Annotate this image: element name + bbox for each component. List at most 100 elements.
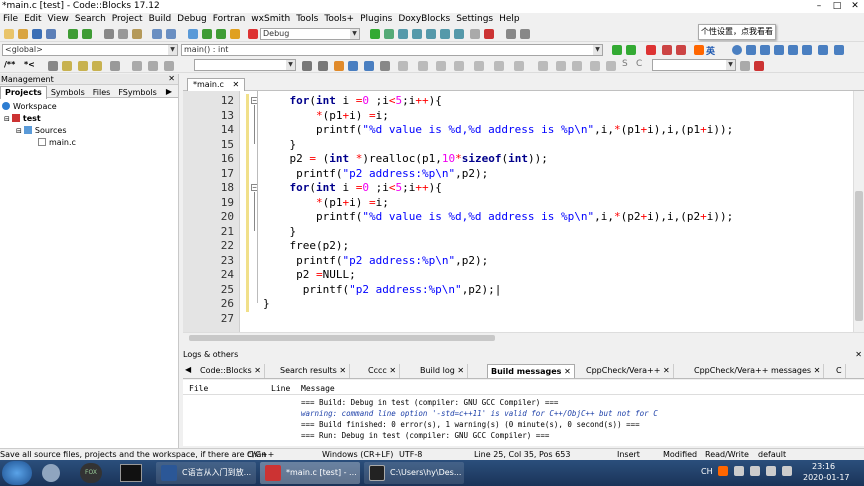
clock-time[interactable]: 23:16	[812, 462, 835, 471]
line-number[interactable]: 15	[183, 138, 234, 151]
nav-back-icon[interactable]	[302, 61, 312, 71]
tree-item-sources[interactable]: ⊟ Sources	[0, 125, 178, 137]
tab-projects[interactable]: Projects	[0, 86, 47, 99]
close-icon[interactable]: ✕	[855, 349, 862, 361]
tab-search-results[interactable]: Search results ✕	[277, 364, 351, 378]
prev-icon[interactable]	[132, 61, 142, 71]
line-number[interactable]: 19	[183, 196, 234, 209]
tray-icon-2[interactable]	[750, 466, 760, 476]
line-number[interactable]: 23	[183, 254, 234, 267]
bookmark-next-icon[interactable]	[676, 45, 686, 55]
jump-forward-icon[interactable]	[626, 45, 636, 55]
line-number[interactable]: 13	[183, 109, 234, 122]
editor-horizontal-scrollbar[interactable]	[183, 332, 864, 343]
build-run-icon[interactable]	[230, 29, 240, 39]
abort-icon[interactable]	[248, 29, 258, 39]
doxy-line-icon[interactable]: *<	[24, 60, 35, 69]
highlight-icon[interactable]	[334, 61, 344, 71]
line-number[interactable]: 16	[183, 152, 234, 165]
maximize-button[interactable]: □	[828, 0, 846, 13]
scroll-thumb[interactable]	[855, 191, 863, 321]
scroll-thumb[interactable]	[189, 335, 495, 341]
step-instruction-icon[interactable]	[454, 29, 464, 39]
menu-tools[interactable]: Tools	[293, 13, 321, 26]
taskbar-item-codeblocks[interactable]: *main.c [test] - ...	[260, 462, 360, 484]
menu-project[interactable]: Project	[109, 13, 146, 26]
jump-back-icon[interactable]	[612, 45, 622, 55]
close-icon[interactable]: ✕	[232, 80, 239, 89]
layout-icon-6[interactable]	[514, 61, 524, 71]
minimize-button[interactable]: –	[810, 0, 828, 13]
tab-more[interactable]: C	[833, 364, 846, 378]
layout-icon-4[interactable]	[474, 61, 484, 71]
column-message[interactable]: Message	[301, 384, 335, 393]
run-to-cursor-icon[interactable]	[384, 29, 394, 39]
tray-icon-1[interactable]	[734, 466, 744, 476]
search-combo[interactable]: ▼	[194, 59, 296, 71]
volume-icon[interactable]	[782, 466, 792, 476]
case-c-icon[interactable]: C	[636, 59, 642, 69]
tools-icon[interactable]	[110, 61, 120, 71]
text-search-icon[interactable]	[348, 61, 358, 71]
layout-icon-7[interactable]	[538, 61, 548, 71]
tab-build-log[interactable]: Build log ✕	[417, 364, 469, 378]
copy-icon[interactable]	[118, 29, 128, 39]
column-line[interactable]: Line	[271, 384, 290, 393]
extra-tool-icon-2[interactable]	[754, 61, 764, 71]
tab-codeblocks-log[interactable]: Code::Blocks ✕	[197, 364, 265, 378]
menu-plugins[interactable]: Plugins	[357, 13, 395, 26]
line-number[interactable]: 17	[183, 167, 234, 180]
spell-icon[interactable]	[380, 61, 390, 71]
app-fox-icon[interactable]: FOX	[80, 463, 102, 483]
menu-edit[interactable]: Edit	[21, 13, 44, 26]
line-number[interactable]: 20	[183, 210, 234, 223]
nav-forward-icon[interactable]	[318, 61, 328, 71]
menu-doxyblocks[interactable]: DoxyBlocks	[395, 13, 453, 26]
tree-item-project[interactable]: ⊟ test	[0, 113, 178, 125]
line-number[interactable]: 27	[183, 312, 234, 325]
tab-main-c[interactable]: *main.c ✕	[187, 78, 246, 91]
function-select[interactable]: main() : int ▼	[181, 44, 603, 56]
menu-build[interactable]: Build	[146, 13, 175, 26]
record-icon[interactable]	[148, 61, 158, 71]
debug-info-icon[interactable]	[520, 29, 530, 39]
doxy-run-icon[interactable]	[48, 61, 58, 71]
menu-search[interactable]: Search	[72, 13, 109, 26]
run-icon[interactable]	[216, 29, 226, 39]
tab-scroll-left-icon[interactable]: ◀	[185, 365, 191, 374]
ime-punct-icon[interactable]	[732, 45, 742, 55]
save-all-icon[interactable]	[46, 29, 56, 39]
undo-icon[interactable]	[68, 29, 78, 39]
doxy-help-icon[interactable]	[92, 61, 102, 71]
bookmark-prev-icon[interactable]	[662, 45, 672, 55]
zoom-combo[interactable]: ▼	[652, 59, 736, 71]
close-button[interactable]: ✕	[846, 0, 864, 13]
code-editor[interactable]: 12 13 14 15 16 17 18 19 20 21 22 23 24 25 26 27 − − for…	[183, 91, 854, 332]
line-number[interactable]: 26	[183, 297, 234, 310]
menu-settings[interactable]: Settings	[453, 13, 496, 26]
layout-icon-2[interactable]	[436, 61, 446, 71]
tree-item-workspace[interactable]: Workspace	[0, 101, 178, 113]
menu-tools-plus[interactable]: Tools+	[321, 13, 357, 26]
layout-icon-5[interactable]	[494, 61, 504, 71]
line-number[interactable]: 18	[183, 181, 234, 194]
step-into-icon[interactable]	[412, 29, 422, 39]
doxy-config-icon[interactable]	[62, 61, 72, 71]
scope-select[interactable]: <global> ▼	[2, 44, 178, 56]
layout-icon-1[interactable]	[418, 61, 428, 71]
microphone-icon[interactable]	[760, 45, 770, 55]
terminal-icon[interactable]	[120, 464, 142, 482]
doxy-html-icon[interactable]	[78, 61, 88, 71]
replace-icon[interactable]	[166, 29, 176, 39]
find-icon[interactable]	[152, 29, 162, 39]
build-settings-icon[interactable]	[188, 29, 198, 39]
menu-fortran[interactable]: Fortran	[210, 13, 249, 26]
step-out-icon[interactable]	[426, 29, 436, 39]
menu-view[interactable]: View	[45, 13, 72, 26]
menu-debug[interactable]: Debug	[174, 13, 210, 26]
tab-symbols[interactable]: Symbols	[47, 87, 89, 99]
line-number[interactable]: 14	[183, 123, 234, 136]
tab-scroll-right-icon[interactable]: ▶	[162, 86, 176, 98]
tab-cppcheck-messages[interactable]: CppCheck/Vera++ messages ✕	[691, 364, 825, 378]
zoom-in-icon[interactable]	[590, 61, 600, 71]
